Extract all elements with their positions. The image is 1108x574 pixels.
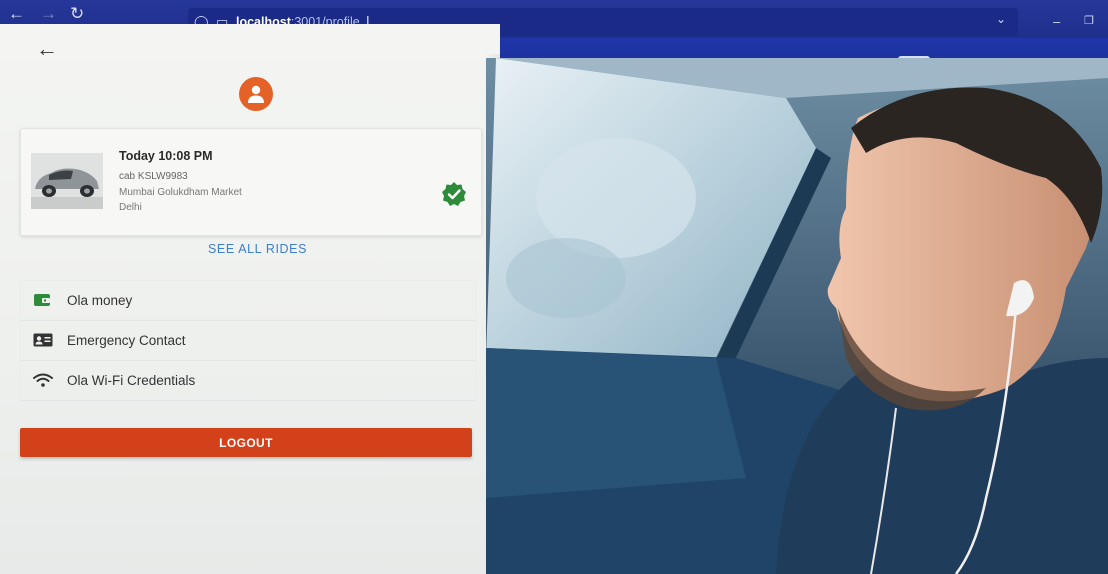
- profile-panel: ← Today 10:08 PM cab KSLW9983 Mumbai Gol…: [0, 24, 500, 574]
- profile-menu: Ola money Emergency Contact Ola Wi-Fi Cr…: [20, 280, 476, 401]
- see-all-rides-link[interactable]: SEE ALL RIDES: [208, 242, 307, 256]
- logout-button[interactable]: LOGOUT: [20, 428, 472, 457]
- recent-ride-card[interactable]: Today 10:08 PM cab KSLW9983 Mumbai Goluk…: [20, 128, 482, 236]
- ride-pickup: Mumbai Golukdham Market: [119, 187, 242, 198]
- back-arrow-icon[interactable]: ←: [36, 36, 58, 62]
- person-icon: [248, 85, 264, 103]
- menu-item-wifi-credentials[interactable]: Ola Wi-Fi Credentials: [20, 361, 476, 401]
- ride-drop: Delhi: [119, 202, 142, 213]
- browser-back-icon[interactable]: ←: [8, 4, 25, 24]
- car-image: [31, 153, 103, 209]
- menu-item-emergency-contact[interactable]: Emergency Contact: [20, 321, 476, 361]
- menu-label-wifi-credentials: Ola Wi-Fi Credentials: [67, 373, 196, 388]
- wallet-icon: [34, 294, 50, 306]
- verified-badge-icon: [442, 182, 466, 206]
- ride-cab-number: cab KSLW9983: [119, 171, 188, 182]
- man-driving-car-photo: [486, 58, 1108, 574]
- contact-card-icon: [33, 333, 53, 347]
- wifi-icon: [33, 373, 53, 387]
- menu-label-emergency-contact: Emergency Contact: [67, 333, 186, 348]
- avatar[interactable]: [239, 77, 273, 111]
- browser-forward-icon[interactable]: →: [40, 4, 57, 24]
- reload-icon[interactable]: ↻: [70, 4, 84, 24]
- restore-icon[interactable]: ❐: [1084, 14, 1094, 27]
- menu-item-ola-money[interactable]: Ola money: [20, 280, 476, 321]
- minimize-icon[interactable]: –: [1053, 14, 1060, 29]
- url-dropdown-icon[interactable]: ⌄: [996, 12, 1006, 26]
- ride-time: Today 10:08 PM: [119, 149, 213, 163]
- menu-label-ola-money: Ola money: [67, 293, 133, 308]
- hero-photo: [486, 58, 1108, 574]
